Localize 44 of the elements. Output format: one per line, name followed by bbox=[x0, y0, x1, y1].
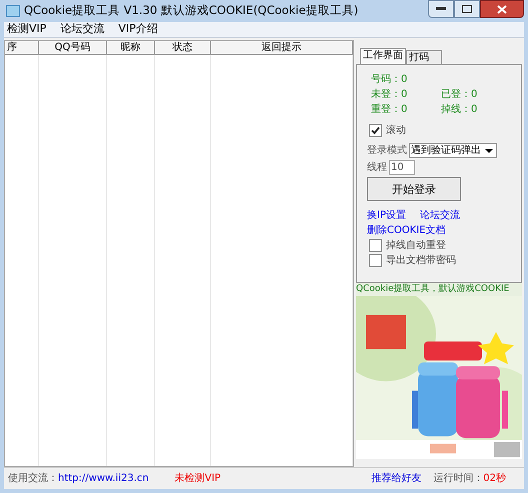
maximize-icon bbox=[462, 5, 472, 13]
contact-link[interactable]: http://www.ii23.cn bbox=[58, 471, 149, 486]
column-header[interactable]: 昵称 bbox=[107, 41, 155, 54]
minimize-icon bbox=[436, 7, 446, 11]
stat-label: 已登：0 bbox=[441, 88, 478, 101]
menu-item[interactable]: VIP介绍 bbox=[117, 21, 159, 38]
contact-label: 使用交流： bbox=[8, 472, 58, 486]
runtime-value: 02秒 bbox=[483, 472, 506, 486]
column-header[interactable]: QQ号码 bbox=[39, 41, 107, 54]
threads-field[interactable]: 10 bbox=[389, 160, 415, 175]
column-header[interactable]: 返回提示 bbox=[211, 41, 353, 54]
stat-label: 掉线：0 bbox=[441, 103, 478, 116]
close-button[interactable] bbox=[480, 0, 524, 18]
link[interactable]: 删除COOKIE文档 bbox=[367, 224, 511, 237]
checkbox-label: 滚动 bbox=[386, 124, 406, 137]
marquee-text: QCookie提取工具，默认游戏COOKIE bbox=[356, 283, 522, 296]
field-label: 登录模式 bbox=[367, 144, 407, 157]
checkbox-label: 掉线自动重登 bbox=[386, 239, 446, 252]
link[interactable]: 换IP设置 bbox=[367, 209, 406, 222]
maximize-button[interactable] bbox=[454, 0, 480, 18]
close-icon bbox=[497, 4, 507, 14]
menu-item[interactable]: 论坛交流 bbox=[59, 21, 106, 38]
minimize-button[interactable] bbox=[428, 0, 454, 18]
tab[interactable]: 工作界面 bbox=[360, 48, 406, 64]
recommend-link[interactable]: 推荐给好友 bbox=[371, 471, 422, 486]
vip-status: 未检测VIP bbox=[174, 472, 221, 486]
runtime-label: 运行时间： bbox=[433, 472, 484, 486]
tab[interactable]: 打码 bbox=[406, 50, 442, 64]
scroll-checkbox[interactable] bbox=[369, 124, 382, 137]
window-title: QCookie提取工具 V1.30 默认游戏COOKIE(QCookie提取工具) bbox=[24, 2, 358, 20]
column-header[interactable]: 序 bbox=[5, 41, 39, 54]
option-checkbox[interactable] bbox=[369, 239, 382, 252]
field-label: 线程 bbox=[367, 161, 387, 174]
option-checkbox[interactable] bbox=[369, 254, 382, 267]
start-button[interactable]: 开始登录 bbox=[367, 177, 461, 201]
checkbox-label: 导出文档带密码 bbox=[386, 254, 456, 267]
stat-label: 号码：0 bbox=[371, 73, 408, 86]
stat-label: 未登：0 bbox=[371, 88, 408, 101]
column-header[interactable]: 状态 bbox=[155, 41, 211, 54]
app-icon bbox=[6, 5, 20, 17]
login-mode-dropdown[interactable]: 遇到验证码弹出 bbox=[409, 143, 497, 158]
stat-label: 重登：0 bbox=[371, 103, 408, 116]
menu-item[interactable]: 检测VIP bbox=[6, 21, 48, 38]
link[interactable]: 论坛交流 bbox=[420, 209, 460, 222]
